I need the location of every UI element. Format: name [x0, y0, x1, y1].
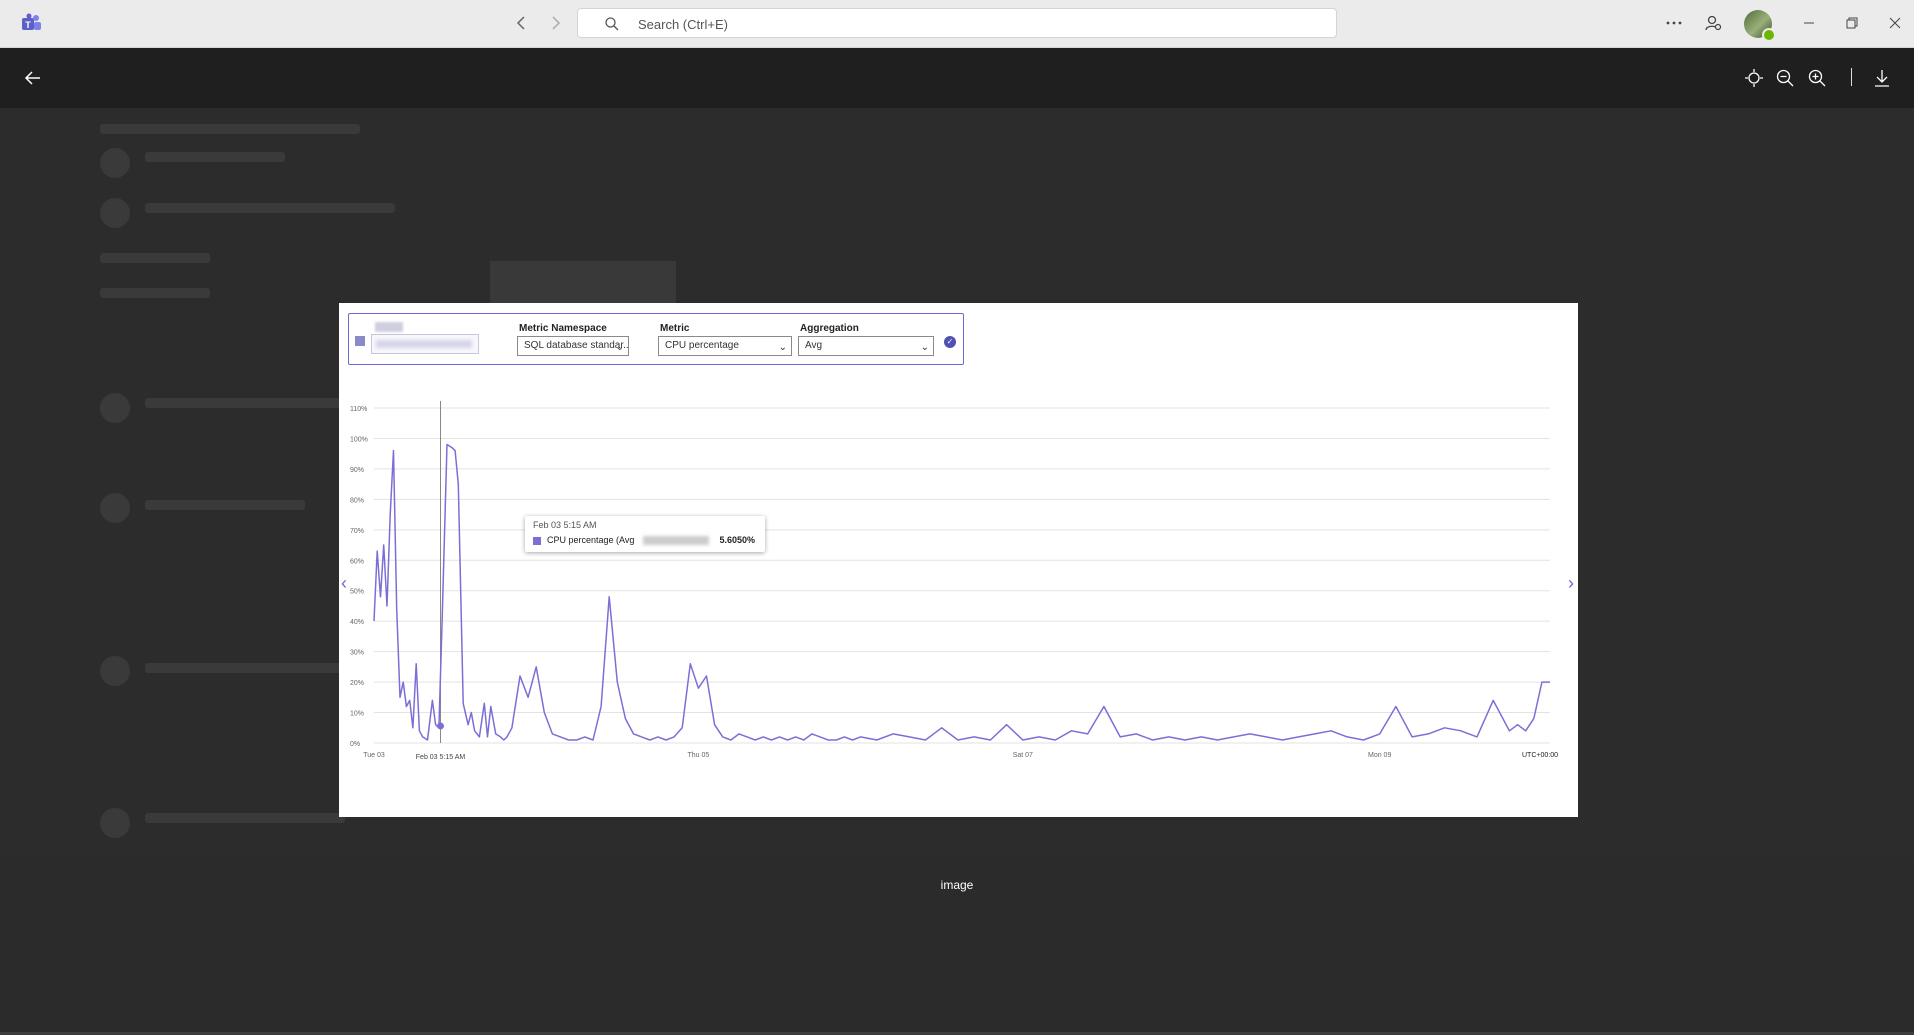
check-icon[interactable]: ✓ — [944, 336, 956, 348]
resource-icon — [355, 336, 365, 346]
y-tick-label: 50% — [350, 589, 364, 596]
image-caption: image — [940, 878, 974, 892]
resource-field[interactable] — [371, 334, 479, 354]
cpu-line-chart: 0% 10% 20% 30% 40% 50% 60% 70% 80% 90% 100% 110% Tue… — [350, 401, 1558, 761]
y-tick-label: 70% — [350, 528, 364, 535]
y-tick-label: 30% — [350, 650, 364, 657]
arrow-left-icon[interactable] — [22, 67, 44, 89]
chevron-right-icon[interactable]: › — [1568, 573, 1574, 594]
namespace-label: Metric Namespace — [519, 323, 607, 334]
x-tick-label: Sat 07 — [1013, 752, 1033, 759]
metric-value: CPU percentage — [665, 340, 739, 351]
chevron-down-icon: ⌄ — [615, 342, 624, 353]
aggregation-label: Aggregation — [800, 323, 859, 334]
toolbar-divider — [1851, 68, 1852, 86]
metric-label: Metric — [660, 323, 690, 334]
hover-point — [437, 722, 445, 730]
x-tick-label: Thu 05 — [688, 752, 710, 759]
close-icon[interactable] — [1885, 13, 1905, 33]
ghost-row — [100, 288, 210, 298]
ghost-row — [100, 124, 360, 134]
aggregation-value: Avg — [805, 340, 823, 351]
ghost-row — [145, 152, 285, 162]
search-box[interactable] — [577, 8, 1337, 38]
y-tick-label: 40% — [350, 619, 364, 626]
y-tick-label: 110% — [350, 406, 367, 413]
redacted-text — [376, 340, 472, 348]
ghost-row — [100, 253, 210, 263]
zoom-in-icon[interactable] — [1806, 67, 1828, 89]
y-tick-label: 90% — [350, 467, 364, 474]
presence-status-badge — [1762, 28, 1776, 42]
metric-dropdown[interactable]: CPU percentage ⌄ — [658, 336, 792, 356]
forward-nav-button[interactable] — [544, 12, 566, 34]
fit-to-screen-icon[interactable] — [1743, 67, 1765, 89]
people-icon[interactable] — [1703, 13, 1723, 33]
ghost-row — [145, 203, 395, 213]
x-tick-label: Tue 03 — [363, 752, 385, 759]
ghost-avatar — [100, 393, 130, 423]
more-horizontal-icon[interactable] — [1664, 13, 1684, 33]
search-input[interactable] — [636, 13, 1320, 35]
svg-text:T: T — [25, 20, 31, 30]
cursor-x-label: Feb 03 5:15 AM — [416, 754, 466, 761]
namespace-value: SQL database standar... — [524, 340, 629, 351]
namespace-dropdown[interactable]: SQL database standar... ⌄ — [517, 336, 629, 356]
ghost-avatar — [100, 656, 130, 686]
tooltip-swatch — [533, 537, 541, 545]
ghost-avatar — [100, 493, 130, 523]
chevron-left-icon — [516, 16, 525, 30]
y-tick-label: 20% — [350, 680, 364, 687]
chart-tooltip: Feb 03 5:15 AM CPU percentage (Avg 5.605… — [525, 516, 765, 552]
image-preview: Metric Namespace SQL database standar...… — [339, 303, 1578, 817]
tooltip-time: Feb 03 5:15 AM — [533, 520, 597, 530]
redacted-text — [375, 322, 403, 332]
y-tick-label: 80% — [350, 497, 364, 504]
download-icon[interactable] — [1871, 67, 1893, 89]
title-bar: T — [0, 0, 1914, 48]
chevron-left-icon[interactable]: ‹ — [341, 573, 347, 594]
chevron-down-icon: ⌄ — [920, 342, 929, 353]
search-icon — [605, 17, 619, 31]
y-tick-label: 100% — [350, 436, 368, 443]
redacted-text — [643, 536, 709, 545]
y-tick-label: 10% — [350, 711, 364, 718]
y-tick-label: 60% — [350, 558, 364, 565]
series-line — [373, 443, 1550, 741]
ghost-avatar — [100, 808, 130, 838]
ghost-row — [145, 500, 305, 510]
tooltip-series: CPU percentage (Avg — [547, 535, 635, 545]
image-viewer-toolbar — [0, 48, 1914, 108]
minimize-icon[interactable] — [1799, 13, 1819, 33]
tooltip-value: 5.6050% — [719, 535, 755, 545]
aggregation-dropdown[interactable]: Avg ⌄ — [798, 336, 934, 356]
ghost-row — [145, 663, 345, 673]
ghost-avatar — [100, 198, 130, 228]
metric-selector: Metric Namespace SQL database standar...… — [348, 313, 964, 365]
x-tick-label: Mon 09 — [1368, 752, 1391, 759]
chevron-right-icon — [552, 16, 561, 30]
back-nav-button[interactable] — [511, 12, 533, 34]
restore-icon[interactable] — [1842, 13, 1862, 33]
teams-logo-icon[interactable]: T — [20, 12, 42, 34]
timezone-label: UTC+00:00 — [1522, 752, 1558, 759]
chevron-down-icon: ⌄ — [778, 342, 787, 353]
ghost-row — [145, 813, 345, 823]
ghost-avatar — [100, 148, 130, 178]
zoom-out-icon[interactable] — [1774, 67, 1796, 89]
y-tick-label: 0% — [350, 741, 360, 748]
